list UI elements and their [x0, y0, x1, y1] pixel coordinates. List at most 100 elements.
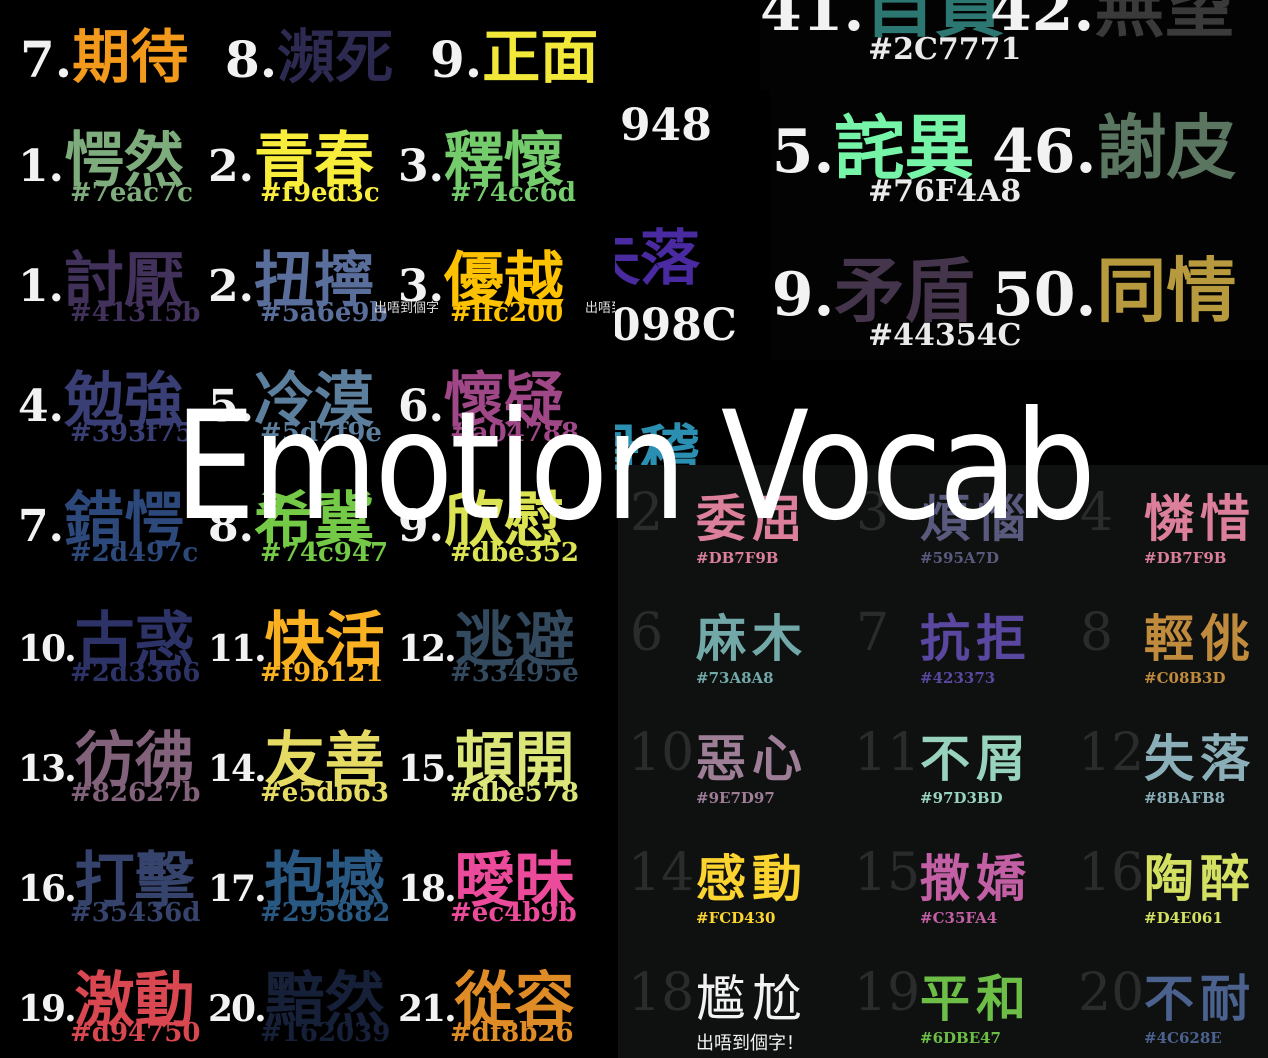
hex-code: #44354C — [868, 318, 1022, 353]
hex-code: #f9b121 — [260, 658, 384, 688]
top-entry: 7.期待 — [20, 10, 188, 92]
entry-word: 期待 — [72, 23, 189, 91]
vocab-entry: 12.逃避 #33495e — [398, 592, 579, 688]
entry-number: 7. — [20, 30, 73, 89]
top-row-panel: 7.期待 8.瀕死 9.正面 — [0, 0, 760, 92]
fragment-text: 948 — [620, 100, 712, 151]
entry-number: 6 — [630, 603, 664, 663]
vocab-entry: 10.古惑 #2d3366 — [18, 592, 200, 688]
vocab-entry: 11.快活 #f9b121 — [208, 592, 385, 688]
vocab-entry: 1.愕然 #7eac7c — [18, 112, 193, 208]
hex-code: #73A8A8 — [696, 669, 774, 687]
hex-code: #e5db63 — [260, 778, 389, 808]
vocab-entry: 46.謝皮 — [992, 92, 1236, 193]
entry-number: 19. — [18, 988, 77, 1030]
page-title: Emotion Vocab — [174, 380, 1096, 554]
hex-code: #41315b — [70, 298, 201, 328]
vocab-entry: 1.討厭 #41315b — [18, 232, 200, 328]
hex-code: #C08B3D — [1144, 669, 1226, 687]
entry-word: 輕佻 — [1144, 609, 1256, 668]
entry-number: 7 — [856, 603, 890, 663]
entry-word: 尷尬 — [696, 970, 808, 1028]
entry-number: 11 — [854, 723, 921, 783]
entry-number: 2. — [208, 141, 254, 192]
hex-code: #2C7771 — [868, 32, 1022, 67]
entry-number: 16. — [18, 868, 77, 910]
vocab-entry: 17.抱撼 #295882 — [208, 832, 390, 928]
vocab-entry: 2.扭擰 #5a6e9b — [208, 232, 388, 328]
entry-number: 10. — [18, 628, 77, 670]
hex-code: #97D3BD — [920, 789, 1003, 807]
entry-number: 49. — [760, 260, 835, 330]
right-top-panel: 41.自責 42.無望 #2C7771 45.詫異 46.謝皮 #76F4A8 … — [760, 0, 1268, 360]
entry-number: 12 — [1078, 723, 1145, 783]
vocab-entry: 15.頓開 #dbe578 — [398, 712, 579, 808]
entry-number: 14 — [628, 843, 695, 903]
entry-word: 不耐 — [1144, 969, 1256, 1028]
hex-code: #d94750 — [70, 1018, 201, 1048]
entry-number: 18. — [398, 868, 457, 910]
vocab-entry: 50.同情 — [992, 235, 1236, 336]
hex-code: #6DBE47 — [920, 1029, 1001, 1047]
hex-code: #dbe578 — [450, 778, 579, 808]
entry-number: 45. — [760, 117, 835, 187]
entry-word: 同情 — [1096, 249, 1237, 332]
entry-number: 13. — [18, 748, 77, 790]
hex-code: #295882 — [260, 898, 391, 928]
entry-number: 3. — [398, 141, 444, 192]
entry-number: 8 — [1080, 603, 1114, 663]
entry-word: 抗拒 — [920, 609, 1032, 668]
entry-number: 1. — [18, 261, 64, 312]
hex-code: #df8b26 — [450, 1018, 574, 1048]
hex-code: #ffc200 — [450, 298, 564, 328]
entry-number: 20. — [208, 988, 267, 1030]
entry-number: 15 — [854, 843, 921, 903]
vocab-entry: 42.無望 — [990, 0, 1234, 51]
entry-word: 感動 — [696, 849, 808, 908]
hex-code: #5a6e9b — [260, 298, 388, 328]
vocab-entry: 2.青春 #f9ed3c — [208, 112, 380, 208]
vocab-entry: 21.從容 #df8b26 — [398, 952, 575, 1048]
entry-number: 18 — [628, 963, 695, 1023]
entry-number: 15. — [398, 748, 457, 790]
entry-number: 20 — [1078, 963, 1145, 1023]
vocab-entry: 20.黯然 #162039 — [208, 952, 390, 1048]
hex-code: #76F4A8 — [868, 174, 1022, 209]
hex-code: #8BAFB8 — [1144, 789, 1226, 807]
entry-number: 17. — [208, 868, 267, 910]
entry-number: 14. — [208, 748, 267, 790]
hex-code: #f9ed3c — [260, 178, 380, 208]
entry-number: 16 — [1078, 843, 1145, 903]
entry-word: 撒嬌 — [920, 849, 1032, 908]
entry-word: 平和 — [920, 969, 1032, 1028]
hex-code: #FCD430 — [696, 909, 776, 927]
entry-number: 7. — [18, 501, 64, 552]
top-entry: 8.瀕死 — [225, 10, 393, 92]
hex-code: #DB7F9B — [1144, 549, 1227, 567]
entry-number: 41. — [760, 0, 865, 45]
entry-word: 麻木 — [696, 609, 808, 668]
left-grid-panel: 1.愕然 #7eac7c 2.青春 #f9ed3c 3.釋懷 #74cc6d 1.討厭 #41… — [0, 90, 615, 1058]
entry-word: 惡心 — [696, 729, 808, 788]
vocab-entry: 19.激動 #d94750 — [18, 952, 200, 1048]
hex-code: #7eac7c — [70, 178, 194, 208]
entry-word: 無望 — [1094, 0, 1235, 47]
entry-number: 9. — [430, 30, 483, 89]
vocab-entry: 13.彷彿 #82627b — [18, 712, 200, 808]
entry-number: 11. — [208, 628, 267, 670]
entry-number: 21. — [398, 988, 457, 1030]
hex-code: #423373 — [920, 669, 996, 687]
hex-code: #82627b — [70, 778, 201, 808]
entry-word: 不屑 — [920, 729, 1032, 788]
hex-code: #35436d — [70, 898, 201, 928]
hex-code: #D4E061 — [1144, 909, 1223, 927]
entry-number: 2. — [208, 261, 254, 312]
top-entry: 9.正面 — [430, 10, 598, 92]
entry-word: 正面 — [482, 23, 599, 91]
hex-code: #2d3366 — [70, 658, 201, 688]
entry-word: 瀕死 — [277, 23, 394, 91]
entry-number: 1. — [18, 141, 64, 192]
entry-number: 19 — [854, 963, 921, 1023]
entry-number: 8. — [225, 30, 278, 89]
hex-code: #9E7D97 — [696, 789, 775, 807]
